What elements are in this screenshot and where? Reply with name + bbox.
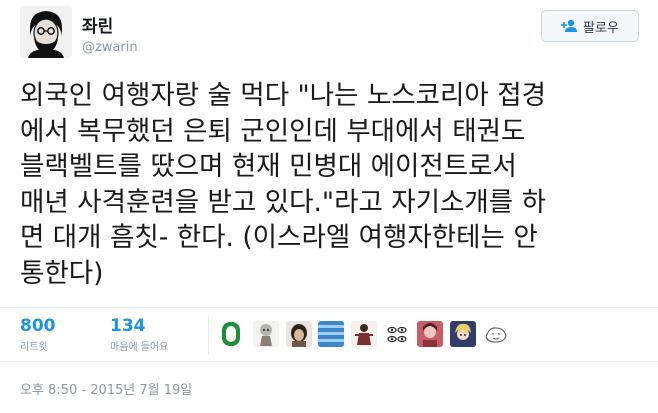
follow-button[interactable]: 팔로우 [541, 10, 639, 42]
like-stat[interactable]: 134 마음에 들어요 [110, 316, 168, 353]
tweet-line: 면 대개 흠칫- 한다. (이스라엘 여행자한테는 안 [20, 222, 538, 253]
blonde-character-avatar-icon [450, 321, 476, 347]
liker-avatar[interactable] [450, 321, 476, 347]
green-badge-avatar-icon [218, 321, 244, 347]
retweet-stat[interactable]: 800 리트윗 [20, 316, 56, 353]
liker-avatar[interactable] [417, 321, 443, 347]
cartoon-doll-avatar-icon [253, 321, 279, 347]
dark-hair-avatar-icon [286, 321, 312, 347]
sketch-avatar-icon [483, 321, 509, 347]
liker-avatar[interactable] [218, 321, 244, 347]
tweet-timestamp[interactable]: 오후 8:50 - 2015년 7월 19일 [20, 379, 192, 398]
liker-avatar[interactable] [253, 321, 279, 347]
retweet-count: 800 [20, 316, 56, 336]
tweet-line: 에서 복무했던 은퇴 군인인데 부대에서 태권도 [20, 115, 526, 147]
tweet-text: 외국인 여행자랑 술 먹다 "나는 노스코리아 접경 에서 복무했던 은퇴 군인… [20, 78, 650, 291]
tweet-line: 외국인 여행자랑 술 먹다 "나는 노스코리아 접경 [20, 80, 546, 111]
like-label: 마음에 들어요 [110, 342, 169, 353]
eyes-doodle-avatar-icon [384, 321, 410, 347]
liker-avatar[interactable] [384, 321, 410, 347]
pink-portrait-avatar-icon [417, 321, 443, 347]
blue-stripes-avatar-icon [318, 321, 344, 347]
tweet-line: 매년 사격훈련을 받고 있다."라고 자기소개를 하 [20, 186, 546, 218]
red-figure-avatar-icon [351, 321, 377, 347]
liker-avatar[interactable] [351, 321, 377, 347]
liker-avatar[interactable] [318, 321, 344, 347]
liker-avatar[interactable] [286, 321, 312, 347]
author-display-name[interactable]: 좌린 [82, 12, 113, 37]
bearded-man-portrait-icon [20, 6, 72, 58]
liker-avatar[interactable] [483, 321, 509, 347]
stat-separator [208, 316, 209, 354]
like-count: 134 [110, 316, 146, 336]
author-handle[interactable]: @zwarin [82, 40, 138, 55]
stats-bar: 800 리트윗 134 마음에 들어요 [0, 308, 658, 360]
add-user-icon [561, 19, 578, 32]
divider [0, 361, 658, 362]
retweet-label: 리트윗 [20, 342, 48, 353]
author-avatar[interactable] [20, 6, 72, 58]
tweet-line: 블랙벨트를 땄으며 현재 민병대 에이전트로서 [20, 151, 517, 182]
tweet-line: 통한다) [20, 257, 104, 289]
follow-button-label: 팔로우 [583, 20, 619, 36]
